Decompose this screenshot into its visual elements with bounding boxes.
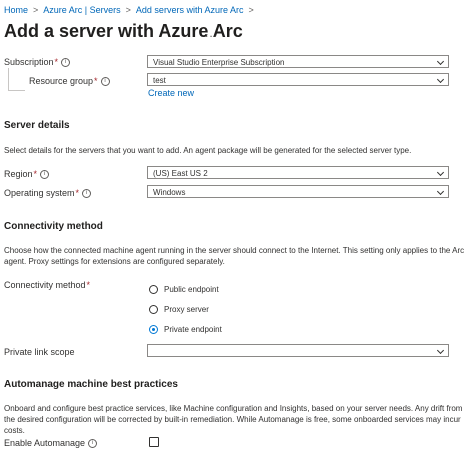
breadcrumb-azure-arc-servers[interactable]: Azure Arc | Servers	[43, 5, 120, 15]
create-new-link[interactable]: Create new	[148, 88, 194, 98]
required-marker: *	[54, 57, 59, 67]
private-link-scope-label: Private link scope	[4, 347, 75, 357]
chevron-down-icon	[436, 168, 445, 177]
info-icon[interactable]: i	[100, 77, 110, 87]
connectivity-method-label: Connectivity method*	[4, 280, 91, 290]
private-endpoint-radio[interactable]	[149, 325, 158, 334]
required-marker: *	[33, 169, 38, 179]
automanage-heading: Automanage machine best practices	[4, 379, 178, 390]
subscription-select[interactable]: Visual Studio Enterprise Subscription	[147, 55, 449, 68]
public-endpoint-label[interactable]: Public endpoint	[164, 285, 219, 294]
info-icon[interactable]: i	[40, 170, 50, 180]
server-details-heading: Server details	[4, 120, 70, 131]
info-icon[interactable]: i	[88, 439, 98, 449]
chevron-down-icon	[436, 187, 445, 196]
resource-group-label: Resource group* i	[29, 76, 110, 87]
required-marker: *	[94, 76, 98, 86]
automanage-description: Onboard and configure best practice serv…	[4, 404, 463, 435]
info-icon[interactable]: i	[61, 58, 71, 68]
required-marker: *	[75, 188, 80, 198]
operating-system-select[interactable]: Windows	[147, 185, 449, 198]
chevron-right-icon: >	[248, 5, 254, 15]
chevron-down-icon	[436, 75, 445, 84]
enable-automanage-label: Enable Automanage i	[4, 438, 98, 449]
tree-connector	[8, 90, 25, 91]
info-icon[interactable]: i	[82, 189, 92, 199]
connectivity-method-heading: Connectivity method	[4, 221, 103, 232]
region-select[interactable]: (US) East US 2	[147, 166, 449, 179]
chevron-right-icon: >	[125, 5, 131, 15]
breadcrumb-add-servers[interactable]: Add servers with Azure Arc	[136, 5, 244, 15]
chevron-right-icon: >	[33, 5, 39, 15]
required-marker: *	[86, 280, 91, 290]
breadcrumb-home[interactable]: Home	[4, 5, 28, 15]
chevron-down-icon	[436, 57, 445, 66]
public-endpoint-radio[interactable]	[149, 285, 158, 294]
proxy-server-label[interactable]: Proxy server	[164, 305, 209, 314]
enable-automanage-checkbox[interactable]	[149, 437, 159, 447]
breadcrumb: Home > Azure Arc | Servers > Add servers…	[4, 5, 254, 15]
operating-system-label: Operating system* i	[4, 188, 92, 199]
connectivity-description: Choose how the connected machine agent r…	[4, 246, 465, 266]
chevron-down-icon	[436, 346, 445, 355]
private-link-scope-select[interactable]	[147, 344, 449, 357]
proxy-server-radio[interactable]	[149, 305, 158, 314]
subscription-label: Subscription* i	[4, 57, 71, 68]
private-endpoint-label[interactable]: Private endpoint	[164, 325, 222, 334]
server-details-description: Select details for the servers that you …	[4, 146, 412, 155]
more-options-icon[interactable]: ...	[205, 26, 218, 40]
tree-connector	[8, 68, 9, 90]
region-label: Region* i	[4, 169, 50, 180]
resource-group-select[interactable]: test	[147, 73, 449, 86]
